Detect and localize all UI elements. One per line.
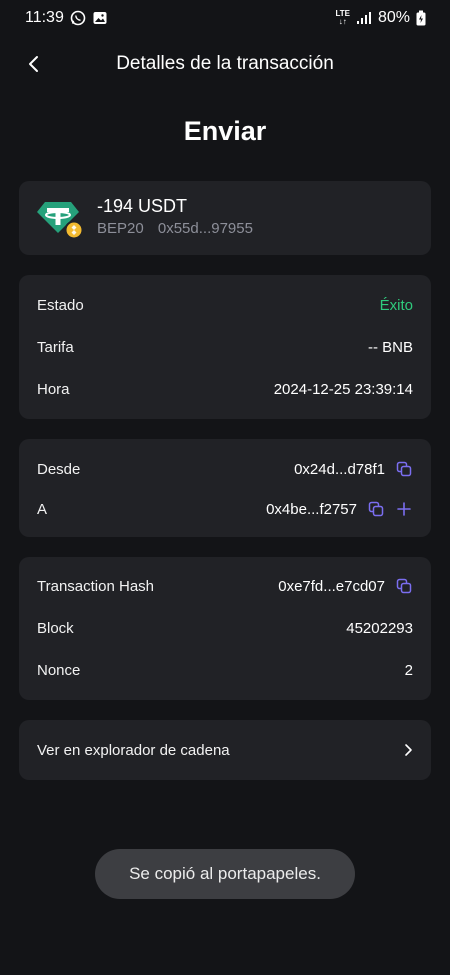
chevron-right-icon xyxy=(405,744,412,756)
to-value-group: 0x4be...f2757 xyxy=(266,500,413,518)
data-arrows-icon: ↓↑ xyxy=(338,17,347,26)
asset-subline: BEP20 0x55d...97955 xyxy=(97,220,263,237)
lte-indicator: LTE ↓↑ xyxy=(335,10,350,26)
copy-icon xyxy=(368,501,384,517)
from-address: 0x24d...d78f1 xyxy=(294,460,385,478)
header-title: Detalles de la transacción xyxy=(116,53,334,74)
status-bar-right: LTE ↓↑ 80% xyxy=(335,9,426,27)
time-value: 2024-12-25 23:39:14 xyxy=(273,380,413,398)
whatsapp-icon xyxy=(70,10,86,26)
copy-hash-button[interactable] xyxy=(395,577,413,595)
status-value: Éxito xyxy=(379,296,413,314)
add-contact-button[interactable] xyxy=(395,500,413,518)
time-row: Hora 2024-12-25 23:39:14 xyxy=(37,376,413,402)
copied-toast: Se copió al portapapeles. xyxy=(95,849,355,899)
to-label: A xyxy=(37,500,48,518)
bnb-badge-icon xyxy=(64,220,84,239)
status-row: Estado Éxito xyxy=(37,292,413,318)
tether-logo-icon xyxy=(37,202,84,239)
hash-value-group: 0xe7fd...e7cd07 xyxy=(278,577,413,595)
hash-row: Transaction Hash 0xe7fd...e7cd07 xyxy=(37,573,413,599)
gallery-icon xyxy=(93,12,107,24)
status-label: Estado xyxy=(37,296,84,314)
time-label: Hora xyxy=(37,380,70,398)
asset-contract-address: 0x55d...97955 xyxy=(157,220,253,237)
fee-label: Tarifa xyxy=(37,338,74,356)
copy-to-button[interactable] xyxy=(367,500,385,518)
fee-value: -- BNB xyxy=(368,338,413,356)
asset-network: BEP20 xyxy=(97,220,144,237)
copy-icon xyxy=(396,461,412,477)
status-bar-left: 11:39 xyxy=(25,9,108,27)
block-value: 45202293 xyxy=(346,619,413,637)
plus-icon xyxy=(397,502,411,516)
battery-percent: 80% xyxy=(377,9,410,26)
from-value-group: 0x24d...d78f1 xyxy=(294,460,413,478)
from-label: Desde xyxy=(37,460,81,478)
block-row: Block 45202293 xyxy=(37,615,413,641)
signal-icon xyxy=(356,12,371,24)
from-row: Desde 0x24d...d78f1 xyxy=(37,456,413,482)
hash-label: Transaction Hash xyxy=(37,577,154,595)
parties-card: Desde 0x24d...d78f1 A 0x4be...f2757 xyxy=(19,439,431,537)
page-title: Enviar xyxy=(183,116,267,146)
explorer-label: Ver en explorador de cadena xyxy=(37,741,230,759)
header: Detalles de la transacción xyxy=(0,44,450,84)
nonce-value: 2 xyxy=(404,661,413,679)
back-button[interactable] xyxy=(20,50,48,78)
nonce-label: Nonce xyxy=(37,661,81,679)
copy-from-button[interactable] xyxy=(395,460,413,478)
view-in-explorer-button[interactable]: Ver en explorador de cadena xyxy=(19,720,431,780)
details-card: Estado Éxito Tarifa -- BNB Hora 2024-12-… xyxy=(19,275,431,419)
asset-card: -194 USDT BEP20 0x55d...97955 xyxy=(19,181,431,255)
to-address: 0x4be...f2757 xyxy=(266,500,357,518)
nonce-row: Nonce 2 xyxy=(37,657,413,683)
chevron-left-icon xyxy=(29,56,38,72)
transaction-hash: 0xe7fd...e7cd07 xyxy=(278,577,385,595)
asset-amount: -194 USDT xyxy=(97,196,188,216)
to-row: A 0x4be...f2757 xyxy=(37,496,413,522)
chain-info-card: Transaction Hash 0xe7fd...e7cd07 Block 4… xyxy=(19,557,431,700)
fee-row: Tarifa -- BNB xyxy=(37,334,413,360)
explorer-row: Ver en explorador de cadena xyxy=(37,737,413,763)
status-bar: 11:39 LTE ↓↑ 80% xyxy=(0,0,450,36)
copy-icon xyxy=(396,578,412,594)
block-label: Block xyxy=(37,619,74,637)
battery-charging-icon xyxy=(416,10,426,26)
status-time: 11:39 xyxy=(25,9,64,26)
